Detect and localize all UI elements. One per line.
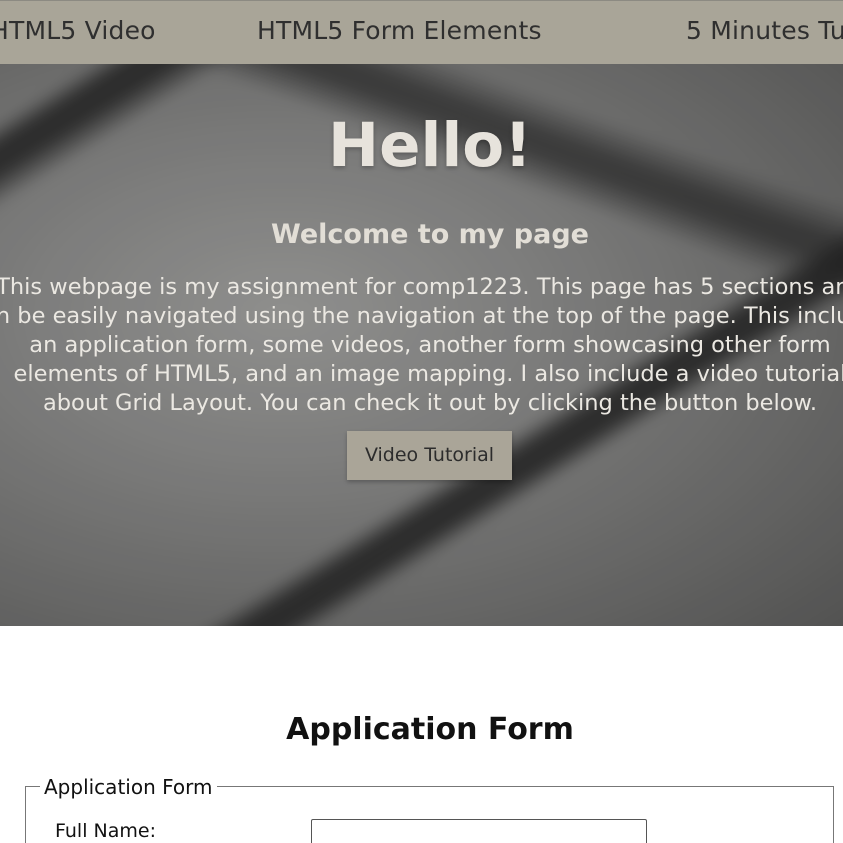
hero-description: This webpage is my assignment for comp12… <box>0 273 843 418</box>
hero-section: Hello! Welcome to my page This webpage i… <box>0 64 843 626</box>
hero-description-line: about Grid Layout. You can check it out … <box>42 390 818 416</box>
page: HTML5 Video HTML5 Form Elements 5 Minute… <box>0 0 843 843</box>
hero-description-line: elements of HTML5, and an image mapping.… <box>13 361 843 387</box>
application-form-legend: Application Form <box>40 775 217 799</box>
full-name-input[interactable] <box>311 819 647 843</box>
nav-link-5-minutes-tutorial[interactable]: 5 Minutes Tutorial <box>686 16 843 45</box>
hero-description-line: an application form, some videos, anothe… <box>29 332 831 358</box>
hero-description-line: can be easily navigated using the naviga… <box>0 303 843 329</box>
hero-title: Hello! <box>328 110 532 181</box>
nav-link-html5-form-elements[interactable]: HTML5 Form Elements <box>257 16 542 45</box>
hero-subtitle: Welcome to my page <box>271 219 589 250</box>
full-name-label: Full Name: <box>55 820 156 842</box>
nav-link-html5-video[interactable]: HTML5 Video <box>0 16 156 45</box>
application-form-heading: Application Form <box>286 712 574 747</box>
video-tutorial-button[interactable]: Video Tutorial <box>347 431 512 480</box>
top-navigation: HTML5 Video HTML5 Form Elements 5 Minute… <box>0 0 843 64</box>
hero-description-line: This webpage is my assignment for comp12… <box>0 274 843 300</box>
